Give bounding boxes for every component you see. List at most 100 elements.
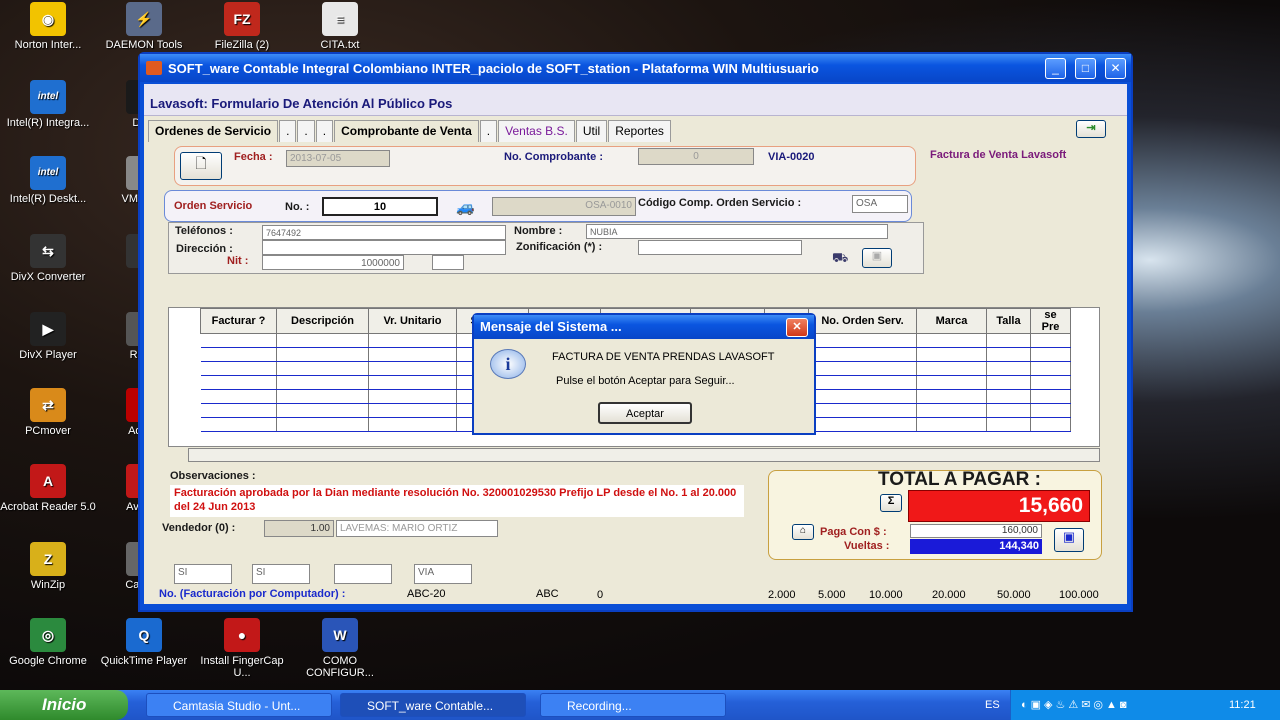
desktop-icon-pcmover[interactable]: ⇄ PCmover bbox=[0, 388, 96, 437]
nombre-field[interactable]: NUBIA bbox=[586, 224, 888, 239]
save-icon[interactable]: ▣ bbox=[1054, 528, 1084, 552]
search-car-icon[interactable]: ⛟ bbox=[832, 250, 848, 268]
exit-icon[interactable]: ⇥ bbox=[1076, 120, 1106, 138]
tab-6[interactable]: . bbox=[479, 120, 498, 142]
table-cell[interactable] bbox=[808, 361, 917, 376]
desktop-icon-quicktime[interactable]: Q QuickTime Player bbox=[96, 618, 192, 667]
table-cell[interactable] bbox=[368, 333, 457, 348]
table-cell[interactable] bbox=[986, 347, 1031, 362]
dialog-close-button[interactable]: ✕ bbox=[786, 318, 808, 337]
small-field-3[interactable] bbox=[334, 564, 392, 584]
table-cell[interactable] bbox=[200, 375, 277, 390]
table-cell[interactable] bbox=[200, 361, 277, 376]
table-cell[interactable] bbox=[368, 403, 457, 418]
column-header[interactable]: Vr. Unitario bbox=[368, 308, 457, 334]
table-cell[interactable] bbox=[276, 347, 369, 362]
observaciones-text[interactable]: Facturación aprobada por la Dian mediant… bbox=[170, 485, 744, 517]
table-cell[interactable] bbox=[276, 417, 369, 432]
table-cell[interactable] bbox=[1030, 333, 1071, 348]
table-cell[interactable] bbox=[276, 403, 369, 418]
cash-icon[interactable]: ⌂ bbox=[792, 524, 814, 540]
close-button[interactable]: ✕ bbox=[1105, 58, 1126, 79]
desktop-icon-intel2[interactable]: intel Intel(R) Deskt... bbox=[0, 156, 96, 205]
table-cell[interactable] bbox=[276, 361, 369, 376]
table-cell[interactable] bbox=[808, 417, 917, 432]
tab-4[interactable]: . bbox=[315, 120, 334, 142]
task-recording[interactable]: Recording... bbox=[540, 693, 726, 717]
grid-scrollbar[interactable] bbox=[188, 448, 1100, 462]
car-icon[interactable]: 🚙 bbox=[456, 198, 475, 216]
codigo-field[interactable]: OSA bbox=[852, 195, 908, 213]
table-cell[interactable] bbox=[916, 361, 987, 376]
tab-5[interactable]: Comprobante de Venta bbox=[334, 120, 479, 142]
tab-7[interactable]: Ventas B.S. bbox=[498, 120, 575, 142]
table-cell[interactable] bbox=[1030, 389, 1071, 404]
desktop-icon-cita[interactable]: ≡ CITA.txt bbox=[292, 2, 388, 51]
table-cell[interactable] bbox=[986, 417, 1031, 432]
column-header[interactable]: Marca bbox=[916, 308, 987, 334]
new-document-icon[interactable]: 🗋 bbox=[180, 152, 222, 180]
table-cell[interactable] bbox=[808, 403, 917, 418]
desktop-icon-daemon[interactable]: ⚡ DAEMON Tools bbox=[96, 2, 192, 51]
desktop-icon-fingercap[interactable]: ● Install FingerCap U... bbox=[194, 618, 290, 679]
table-cell[interactable] bbox=[276, 333, 369, 348]
column-header[interactable]: Descripción bbox=[276, 308, 369, 334]
maximize-button[interactable]: □ bbox=[1075, 58, 1096, 79]
table-cell[interactable] bbox=[200, 347, 277, 362]
table-cell[interactable] bbox=[1030, 361, 1071, 376]
osa-field[interactable]: OSA-0010 bbox=[492, 197, 636, 216]
column-header[interactable]: Facturar ? bbox=[200, 308, 277, 334]
desktop-icon-norton[interactable]: ◉ Norton Inter... bbox=[0, 2, 96, 51]
table-cell[interactable] bbox=[986, 375, 1031, 390]
small-field-1[interactable]: SI bbox=[174, 564, 232, 584]
desktop-icon-chrome[interactable]: ◎ Google Chrome bbox=[0, 618, 96, 667]
table-cell[interactable] bbox=[368, 347, 457, 362]
table-cell[interactable] bbox=[808, 333, 917, 348]
table-cell[interactable] bbox=[986, 403, 1031, 418]
column-header[interactable]: Talla bbox=[986, 308, 1031, 334]
table-cell[interactable] bbox=[808, 347, 917, 362]
table-cell[interactable] bbox=[916, 403, 987, 418]
tab-3[interactable]: . bbox=[297, 120, 315, 142]
paga-field[interactable]: 160,000 bbox=[910, 524, 1042, 538]
small-field-2[interactable]: SI bbox=[252, 564, 310, 584]
desktop-icon-acrobat[interactable]: A Acrobat Reader 5.0 bbox=[0, 464, 96, 513]
task-software[interactable]: SOFT_ware Contable... bbox=[340, 693, 526, 717]
nit-dv-field[interactable] bbox=[432, 255, 464, 270]
column-header[interactable]: se Pre bbox=[1030, 308, 1071, 334]
tab-9[interactable]: Reportes bbox=[608, 120, 671, 142]
orden-no-field[interactable]: 10 bbox=[322, 197, 438, 216]
desktop-icon-winzip[interactable]: Z WinZip bbox=[0, 542, 96, 591]
table-cell[interactable] bbox=[368, 417, 457, 432]
table-cell[interactable] bbox=[808, 375, 917, 390]
direccion-field[interactable] bbox=[262, 240, 506, 255]
comprobante-field[interactable]: 0 bbox=[638, 148, 754, 165]
table-cell[interactable] bbox=[986, 333, 1031, 348]
table-cell[interactable] bbox=[1030, 403, 1071, 418]
table-cell[interactable] bbox=[276, 389, 369, 404]
table-cell[interactable] bbox=[276, 375, 369, 390]
table-cell[interactable] bbox=[986, 361, 1031, 376]
desktop-icon-filezilla[interactable]: FZ FileZilla (2) bbox=[194, 2, 290, 51]
table-cell[interactable] bbox=[1030, 417, 1071, 432]
desktop-icon-divxconv[interactable]: ⇆ DivX Converter bbox=[0, 234, 96, 283]
vendedor-name[interactable]: LAVEMAS: MARIO ORTIZ bbox=[336, 520, 498, 537]
zonificacion-field[interactable] bbox=[638, 240, 802, 255]
desktop-icon-como[interactable]: W COMO CONFIGUR... bbox=[292, 618, 388, 679]
window-titlebar[interactable]: SOFT_ware Contable Integral Colombiano I… bbox=[140, 54, 1131, 82]
table-cell[interactable] bbox=[916, 347, 987, 362]
desktop-icon-divxplayer[interactable]: ▶ DivX Player bbox=[0, 312, 96, 361]
message-dialog[interactable]: Mensaje del Sistema ... ✕ i FACTURA DE V… bbox=[472, 313, 816, 435]
aceptar-button[interactable]: Aceptar bbox=[598, 402, 692, 424]
tab-1[interactable]: Ordenes de Servicio bbox=[148, 120, 279, 142]
language-indicator[interactable]: ES bbox=[985, 699, 1000, 711]
desktop-icon-intel1[interactable]: intel Intel(R) Integra... bbox=[0, 80, 96, 129]
table-cell[interactable] bbox=[368, 389, 457, 404]
tab-2[interactable]: . bbox=[279, 120, 297, 142]
small-field-4[interactable]: VIA bbox=[414, 564, 472, 584]
table-cell[interactable] bbox=[808, 389, 917, 404]
table-cell[interactable] bbox=[200, 333, 277, 348]
telefonos-field[interactable]: 7647492 bbox=[262, 225, 506, 240]
fecha-field[interactable]: 2013-07-05 bbox=[286, 150, 390, 167]
table-cell[interactable] bbox=[916, 417, 987, 432]
